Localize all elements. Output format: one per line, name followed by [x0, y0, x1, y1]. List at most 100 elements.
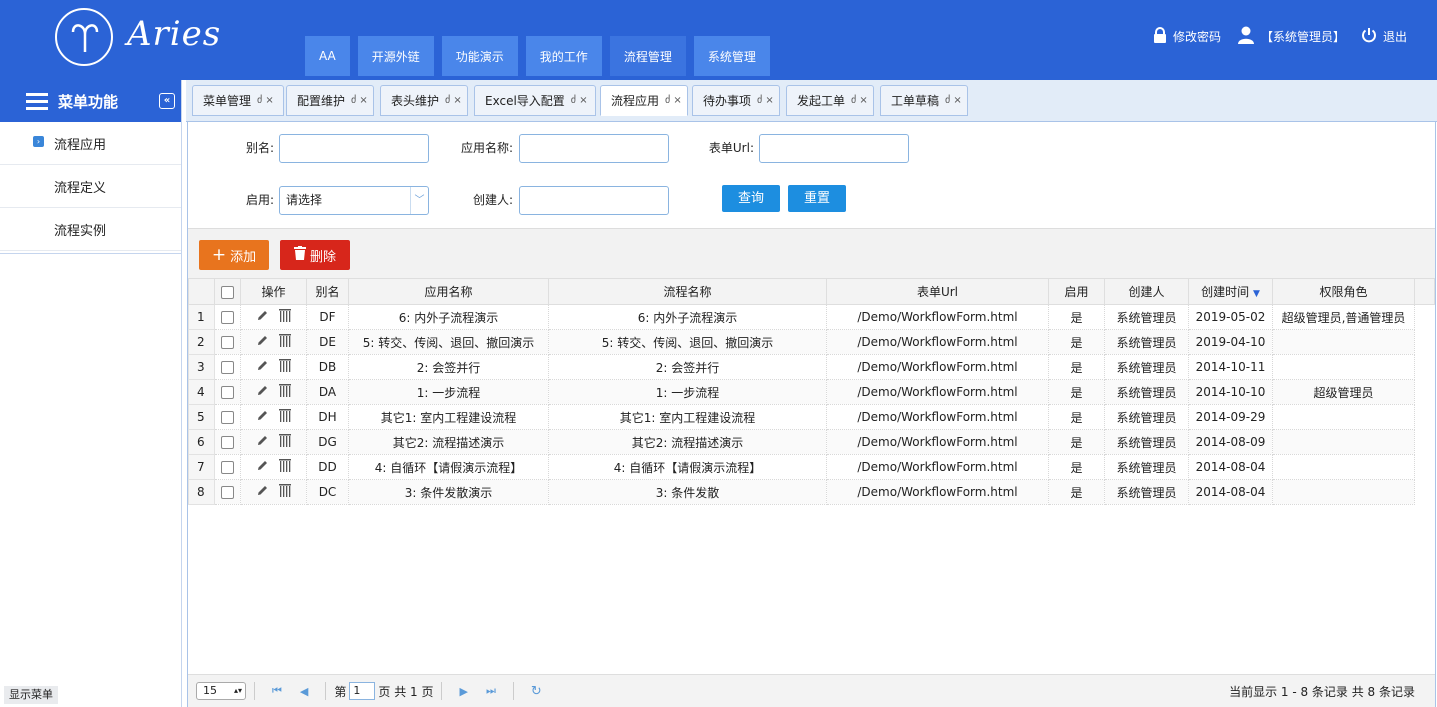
col-header-alias[interactable]: 别名 — [306, 278, 349, 305]
refresh-icon[interactable]: ↻ — [531, 684, 542, 699]
delete-icon[interactable] — [279, 359, 291, 375]
tab-start-ticket[interactable]: 发起工单 ძ × — [786, 85, 874, 116]
cell-enabled: 是 — [1048, 454, 1105, 480]
col-header-created-time[interactable]: 创建时间 ▼ — [1188, 278, 1273, 305]
table-row[interactable]: 7 DD 4: 自循环【请假演示流程】 4: 自循环【请假演示流程】/Demo/Wor… — [188, 454, 1435, 480]
select-all-checkbox[interactable] — [214, 278, 241, 305]
prev-page-icon[interactable]: ◀ — [300, 685, 308, 698]
table-row[interactable]: 6 DG 其它2: 流程描述演示 其它2: 流程描述演示/Demo/WorkflowF… — [188, 429, 1435, 455]
form-url-input[interactable] — [759, 134, 909, 163]
tab-config-maintenance[interactable]: 配置维护 ძ × — [286, 85, 374, 116]
col-header-app-name[interactable]: 应用名称 — [348, 278, 549, 305]
nav-my-work[interactable]: 我的工作 — [525, 36, 602, 76]
table-row[interactable]: 3 DB 2: 会签并行 2: 会签并行/Demo/WorkflowForm.html… — [188, 354, 1435, 380]
col-header-creator[interactable]: 创建人 — [1104, 278, 1189, 305]
pager-divider — [325, 682, 327, 700]
reset-button[interactable]: 重置 — [788, 185, 847, 212]
tab-ticket-drafts[interactable]: 工单草稿 ძ × — [880, 85, 968, 116]
tab-menu-management[interactable]: 菜单管理 ძ × — [192, 85, 284, 116]
enabled-select[interactable]: 请选择 ﹀ — [279, 186, 429, 215]
table-row[interactable]: 4 DA 1: 一步流程 1: 一步流程/Demo/WorkflowForm.html… — [188, 379, 1435, 405]
alias-input[interactable] — [279, 134, 429, 163]
row-gutter — [1414, 354, 1435, 380]
data-grid: 操作 别名 应用名称 流程名称 表单Url 启用 创建人 创建时间 ▼ 权限角色… — [188, 278, 1435, 674]
delete-icon[interactable] — [279, 434, 291, 450]
cell-flow-name: 其它1: 室内工程建设流程 — [548, 404, 827, 430]
cell-form-url: /Demo/WorkflowForm.html — [826, 429, 1049, 455]
add-button[interactable]: + 添加 — [199, 240, 269, 270]
delete-icon[interactable] — [279, 484, 291, 500]
sidebar-item-workflow-definitions[interactable]: 流程定义 — [0, 165, 181, 208]
cell-form-url: /Demo/WorkflowForm.html — [826, 329, 1049, 355]
col-header-roles[interactable]: 权限角色 — [1272, 278, 1415, 305]
tab-refresh-close-icon[interactable]: ძ × — [665, 95, 682, 106]
delete-icon[interactable] — [279, 459, 291, 475]
edit-icon[interactable] — [256, 434, 269, 450]
edit-icon[interactable] — [256, 409, 269, 425]
row-checkbox[interactable] — [214, 429, 241, 455]
last-page-icon[interactable]: ⏭ — [486, 684, 496, 698]
delete-icon[interactable] — [279, 334, 291, 350]
col-header-flow-name[interactable]: 流程名称 — [548, 278, 827, 305]
table-row[interactable]: 2 DE 5: 转交、传阅、退回、撤回演示 5: 转交、传阅、退回、撤回演示/Demo… — [188, 329, 1435, 355]
main-panel: 别名: 应用名称: 表单Url: 启用: 请选择 ﹀ 创建人: 查询 重置 + … — [187, 122, 1436, 707]
tab-refresh-close-icon[interactable]: ძ × — [851, 95, 868, 106]
sidebar-item-workflow-instances[interactable]: 流程实例 — [0, 208, 181, 251]
nav-open-source-links[interactable]: 开源外链 — [357, 36, 434, 76]
change-password-link[interactable]: 修改密码 — [1153, 26, 1221, 47]
tab-refresh-close-icon[interactable]: ძ × — [257, 95, 274, 106]
page-number-input[interactable]: 1 — [349, 682, 376, 700]
pager: 15 ▴▾ ⏮ ◀ 第 1 页 共 1 页 ▶ ⏭ ↻ 当前显示 1 - 8 条… — [188, 674, 1435, 707]
first-page-icon[interactable]: ⏮ — [272, 684, 282, 698]
creator-input[interactable] — [519, 186, 669, 215]
edit-icon[interactable] — [256, 484, 269, 500]
tab-header-maintenance[interactable]: 表头维护 ძ × — [380, 85, 468, 116]
col-header-form-url[interactable]: 表单Url — [826, 278, 1049, 305]
show-menu-button[interactable]: 显示菜单 — [4, 686, 58, 704]
tab-refresh-close-icon[interactable]: ძ × — [445, 95, 462, 106]
tab-excel-import-config[interactable]: Excel导入配置 ძ × — [474, 85, 596, 116]
row-checkbox[interactable] — [214, 354, 241, 380]
nav-workflow-management[interactable]: 流程管理 — [609, 36, 686, 76]
logout-link[interactable]: 退出 — [1361, 27, 1407, 46]
edit-icon[interactable] — [256, 459, 269, 475]
delete-icon[interactable] — [279, 309, 291, 325]
table-row[interactable]: 5 DH 其它1: 室内工程建设流程 其它1: 室内工程建设流程/Demo/Workf… — [188, 404, 1435, 430]
row-checkbox[interactable] — [214, 404, 241, 430]
table-row[interactable]: 1 DF 6: 内外子流程演示 6: 内外子流程演示/Demo/WorkflowFor… — [188, 304, 1435, 330]
collapse-sidebar-icon[interactable]: « — [159, 93, 175, 109]
table-row[interactable]: 8 DC 3: 条件发散演示 3: 条件发散/Demo/WorkflowForm.ht… — [188, 479, 1435, 505]
cell-form-url: /Demo/WorkflowForm.html — [826, 354, 1049, 380]
delete-icon[interactable] — [279, 384, 291, 400]
query-button[interactable]: 查询 — [722, 185, 781, 212]
tab-refresh-close-icon[interactable]: ძ × — [351, 95, 368, 106]
nav-feature-demo[interactable]: 功能演示 — [441, 36, 518, 76]
next-page-icon[interactable]: ▶ — [459, 685, 467, 698]
col-header-enabled[interactable]: 启用 — [1048, 278, 1105, 305]
edit-icon[interactable] — [256, 384, 269, 400]
tab-workflow-apps[interactable]: 流程应用 ძ × — [600, 85, 688, 116]
row-checkbox[interactable] — [214, 454, 241, 480]
row-number: 7 — [188, 454, 215, 480]
delete-button[interactable]: 删除 — [280, 240, 350, 270]
row-checkbox[interactable] — [214, 479, 241, 505]
edit-icon[interactable] — [256, 359, 269, 375]
nav-system-management[interactable]: 系统管理 — [693, 36, 770, 76]
edit-icon[interactable] — [256, 334, 269, 350]
sidebar-item-workflow-apps[interactable]: › 流程应用 — [0, 122, 181, 165]
tab-todo-items[interactable]: 待办事项 ძ × — [692, 85, 780, 116]
user-link[interactable]: 【系统管理员】 — [1237, 26, 1345, 47]
nav-aa[interactable]: AA — [305, 36, 350, 76]
row-checkbox[interactable] — [214, 379, 241, 405]
tab-refresh-close-icon[interactable]: ძ × — [571, 95, 588, 106]
row-checkbox[interactable] — [214, 304, 241, 330]
delete-icon[interactable] — [279, 409, 291, 425]
row-checkbox[interactable] — [214, 329, 241, 355]
page-size-select[interactable]: 15 ▴▾ — [196, 682, 246, 700]
tab-refresh-close-icon[interactable]: ძ × — [757, 95, 774, 106]
tab-refresh-close-icon[interactable]: ძ × — [945, 95, 962, 106]
cell-alias: DC — [306, 479, 349, 505]
cell-roles — [1272, 454, 1415, 480]
app-name-input[interactable] — [519, 134, 669, 163]
edit-icon[interactable] — [256, 309, 269, 325]
